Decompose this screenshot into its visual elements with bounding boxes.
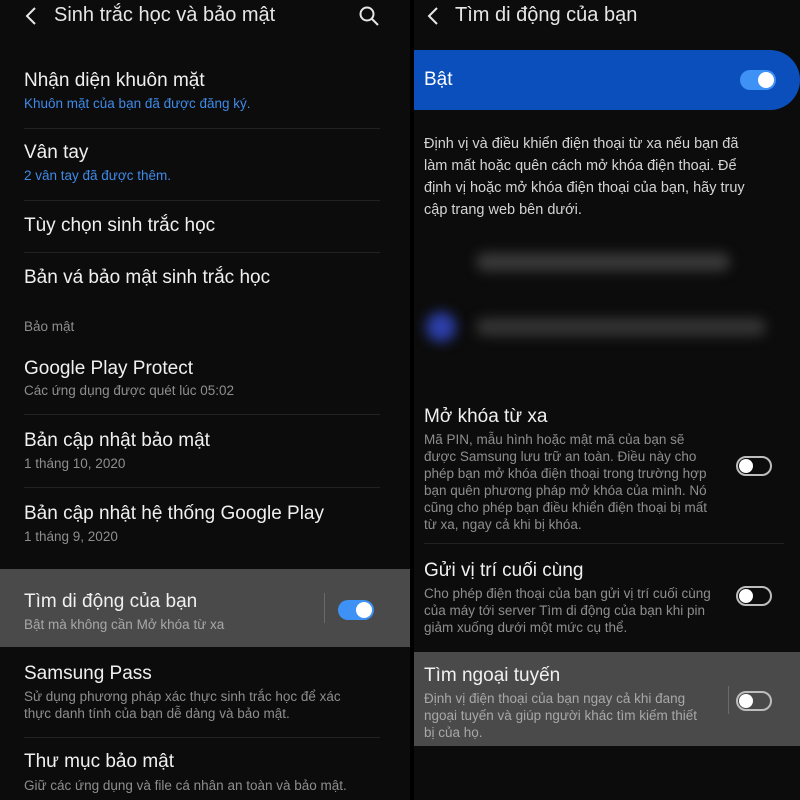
master-switch-bar[interactable]: Bật: [414, 50, 800, 110]
security-update-item[interactable]: Bản cập nhật bảo mật 1 tháng 10, 2020: [0, 418, 410, 486]
biometrics-security-screen: Sinh trắc học và bảo mật Nhận diện khuôn…: [0, 0, 410, 800]
toggle-knob: [758, 72, 774, 88]
item-title: Vân tay: [24, 142, 89, 163]
item-subtitle: Khuôn mặt của bạn đã được đăng ký.: [24, 96, 251, 111]
option-description: Định vị điện thoại của bạn ngay cả khi đ…: [424, 690, 720, 741]
secure-folder-item[interactable]: Thư mục bảo mật Giữ các ứng dụng và file…: [0, 741, 410, 800]
toggle-knob: [356, 602, 372, 618]
face-recognition-item[interactable]: Nhận diện khuôn mặt Khuôn mặt của bạn đã…: [0, 60, 410, 128]
biometric-security-patch-item[interactable]: Bản vá bảo mật sinh trắc học: [0, 256, 410, 304]
divider: [24, 252, 380, 253]
desc-line: phép bạn mở khóa điện thoại trong trường…: [424, 466, 707, 481]
back-arrow-icon[interactable]: [22, 5, 42, 27]
offline-finding-item[interactable]: Tìm ngoại tuyến Định vị điện thoại của b…: [414, 652, 800, 746]
back-arrow-icon[interactable]: [424, 5, 444, 27]
blurred-link[interactable]: [476, 253, 730, 271]
option-title: Mở khóa từ xa: [424, 406, 548, 427]
desc-line: giảm xuống dưới một mức cụ thể.: [424, 620, 628, 635]
item-title: Tìm di động của bạn: [24, 591, 198, 612]
send-last-location-item[interactable]: Gửi vị trí cuối cùng Cho phép điện thoại…: [414, 554, 800, 644]
item-subtitle: Các ứng dụng được quét lúc 05:02: [24, 383, 235, 398]
divider: [24, 128, 380, 129]
desc-line: Mã PIN, mẫu hình hoặc mật mã của bạn sẽ: [424, 432, 685, 447]
header: Sinh trắc học và bảo mật: [0, 0, 410, 34]
item-title: Samsung Pass: [24, 663, 152, 684]
item-title: Bản cập nhật bảo mật: [24, 430, 210, 451]
option-title: Tìm ngoại tuyến: [424, 665, 561, 686]
description: Định vị và điều khiển điện thoại từ xa n…: [424, 133, 764, 221]
remote-unlock-item[interactable]: Mở khóa từ xa Mã PIN, mẫu hình hoặc mật …: [414, 400, 800, 540]
item-subtitle: 1 tháng 9, 2020: [24, 529, 118, 544]
divider: [24, 200, 380, 201]
find-my-mobile-item[interactable]: Tìm di động của bạn Bật mà không cần Mở …: [0, 569, 410, 647]
samsung-pass-item[interactable]: Samsung Pass Sử dụng phương pháp xác thự…: [0, 653, 410, 731]
google-play-system-update-item[interactable]: Bản cập nhật hệ thống Google Play 1 thán…: [0, 491, 410, 559]
toggle-knob: [739, 459, 753, 473]
page-title: Sinh trắc học và bảo mật: [54, 4, 276, 26]
description-line: Định vị và điều khiển điện thoại từ xa n…: [424, 136, 739, 152]
desc-line: ngoại tuyến và giúp người khác tìm kiếm …: [424, 708, 698, 723]
item-subtitle: 1 tháng 10, 2020: [24, 456, 126, 471]
toggle-knob: [739, 589, 753, 603]
page-title: Tìm di động của bạn: [455, 4, 638, 26]
find-my-mobile-screen: Tìm di động của bạn Bật Định vị và điều …: [414, 0, 800, 800]
description-line: định vị hoặc mở khóa điện thoại của bạn,…: [424, 180, 745, 196]
fingerprint-item[interactable]: Vân tay 2 vân tay đã được thêm.: [0, 132, 410, 200]
desc-line: bạn quên phương pháp mở khóa của mình. N…: [424, 483, 707, 498]
offline-finding-toggle[interactable]: [736, 691, 772, 711]
item-title: Nhận diện khuôn mặt: [24, 70, 205, 91]
toggle-divider: [728, 686, 729, 714]
section-header-security: Bảo mật: [24, 319, 75, 334]
item-title: Bản cập nhật hệ thống Google Play: [24, 503, 325, 524]
divider: [24, 414, 380, 415]
description-line: làm mất hoặc quên cách mở khóa điện thoạ…: [424, 158, 737, 174]
item-title: Bản vá bảo mật sinh trắc học: [24, 267, 271, 288]
biometric-options-item[interactable]: Tùy chọn sinh trắc học: [0, 204, 410, 252]
desc-line: từ xa, ngay cả khi bị khóa.: [424, 517, 582, 532]
desc-line: bị của họ.: [424, 725, 483, 740]
desc-line: Cho phép điện thoại của bạn gửi vị trí c…: [424, 586, 711, 601]
item-subtitle-line2: thực danh tính của bạn dễ dàng và bảo mậ…: [24, 706, 290, 721]
desc-line: Định vị điện thoại của bạn ngay cả khi đ…: [424, 691, 686, 706]
divider: [424, 543, 784, 544]
google-play-protect-item[interactable]: Google Play Protect Các ứng dụng được qu…: [0, 346, 410, 412]
description-line: cập trang web bên dưới.: [424, 202, 582, 218]
item-subtitle: Bật mà không cần Mở khóa từ xa: [24, 617, 225, 632]
item-title: Google Play Protect: [24, 358, 193, 379]
search-icon[interactable]: [358, 5, 380, 27]
remote-unlock-toggle[interactable]: [736, 456, 772, 476]
item-subtitle: Giữ các ứng dụng và file cá nhân an toàn…: [24, 778, 347, 793]
item-subtitle: Sử dụng phương pháp xác thực sinh trắc h…: [24, 689, 341, 704]
toggle-divider: [324, 593, 325, 623]
header: Tìm di động của bạn: [414, 0, 800, 34]
master-switch-label: Bật: [424, 69, 453, 90]
item-subtitle: 2 vân tay đã được thêm.: [24, 168, 171, 183]
blurred-account[interactable]: [476, 318, 766, 336]
blurred-account-icon: [426, 312, 456, 342]
desc-line: cũng cho phép bạn điều khiển điện thoại …: [424, 500, 707, 515]
divider: [24, 487, 380, 488]
item-title: Thư mục bảo mật: [24, 751, 174, 772]
send-last-location-toggle[interactable]: [736, 586, 772, 606]
option-description: Mã PIN, mẫu hình hoặc mật mã của bạn sẽ …: [424, 431, 720, 533]
desc-line: được Samsung lưu trữ an toàn. Điều này c…: [424, 449, 697, 464]
item-title: Tùy chọn sinh trắc học: [24, 215, 216, 236]
option-title: Gửi vị trí cuối cùng: [424, 560, 584, 581]
toggle-knob: [739, 694, 753, 708]
divider: [24, 737, 380, 738]
master-toggle[interactable]: [740, 70, 776, 90]
option-description: Cho phép điện thoại của bạn gửi vị trí c…: [424, 585, 720, 636]
desc-line: của máy tới server Tìm di động của bạn k…: [424, 603, 705, 618]
find-my-mobile-toggle[interactable]: [338, 600, 374, 620]
